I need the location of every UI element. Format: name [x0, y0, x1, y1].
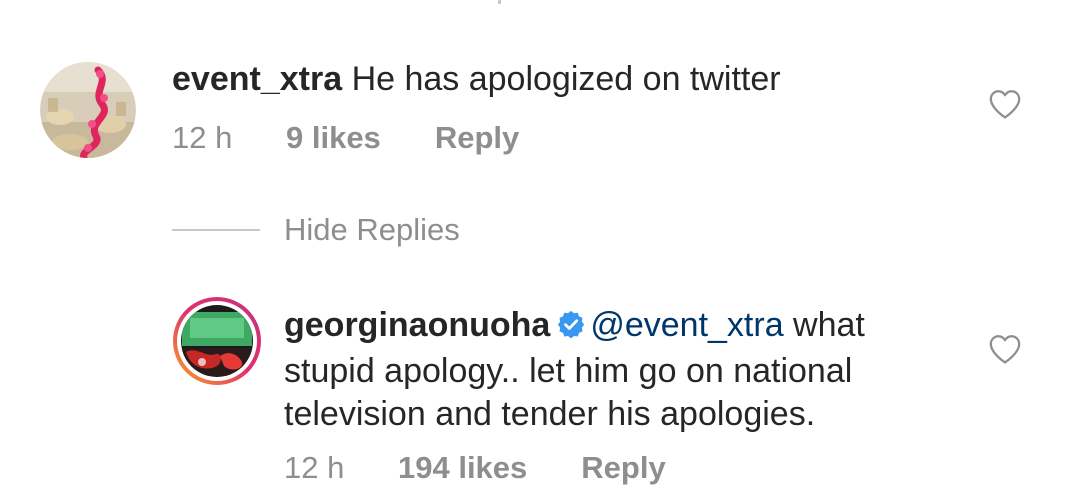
reply-likes[interactable]: 194 likes — [398, 450, 527, 486]
avatar-story-ring-image — [173, 297, 261, 385]
reply-body: georginaonuoha @event_xtra what stupid a… — [284, 304, 964, 436]
comment-time: 12 h — [172, 120, 233, 155]
avatar-georginaonuoha[interactable] — [172, 296, 262, 386]
like-button[interactable] — [988, 88, 1022, 125]
mention-link[interactable]: @event_xtra — [590, 306, 783, 344]
hide-replies-toggle[interactable]: Hide Replies — [172, 210, 460, 250]
hide-replies-divider — [172, 229, 260, 231]
scroll-sliver — [498, 0, 501, 4]
comment-username[interactable]: event_xtra — [172, 60, 342, 98]
comment-text: He has apologized on twitter — [351, 60, 781, 98]
reply-reply-button[interactable]: Reply — [581, 450, 665, 486]
comment-likes[interactable]: 9 likes — [286, 120, 381, 156]
avatar-image — [40, 62, 136, 158]
verified-badge-icon — [556, 307, 586, 350]
reply-like-button[interactable] — [988, 333, 1022, 370]
reply-text-line-3: television and tender his apologies. — [284, 395, 816, 433]
comment-body: event_xtra He has apologized on twitter — [172, 58, 781, 101]
reply-meta: 12 h 194 likes Reply — [284, 450, 666, 486]
reply-time: 12 h — [284, 450, 345, 485]
heart-outline-icon — [989, 335, 1021, 364]
reply-text-line-2: stupid apology.. let him go on national — [284, 352, 853, 390]
reply-username[interactable]: georginaonuoha — [284, 306, 550, 344]
avatar-event-xtra[interactable] — [40, 62, 136, 158]
reply-button[interactable]: Reply — [435, 120, 519, 156]
hide-replies-label: Hide Replies — [284, 212, 460, 247]
reply-text-line-1: what — [783, 306, 865, 344]
comment-meta: 12 h 9 likes Reply — [172, 120, 519, 156]
heart-outline-icon — [989, 90, 1021, 119]
